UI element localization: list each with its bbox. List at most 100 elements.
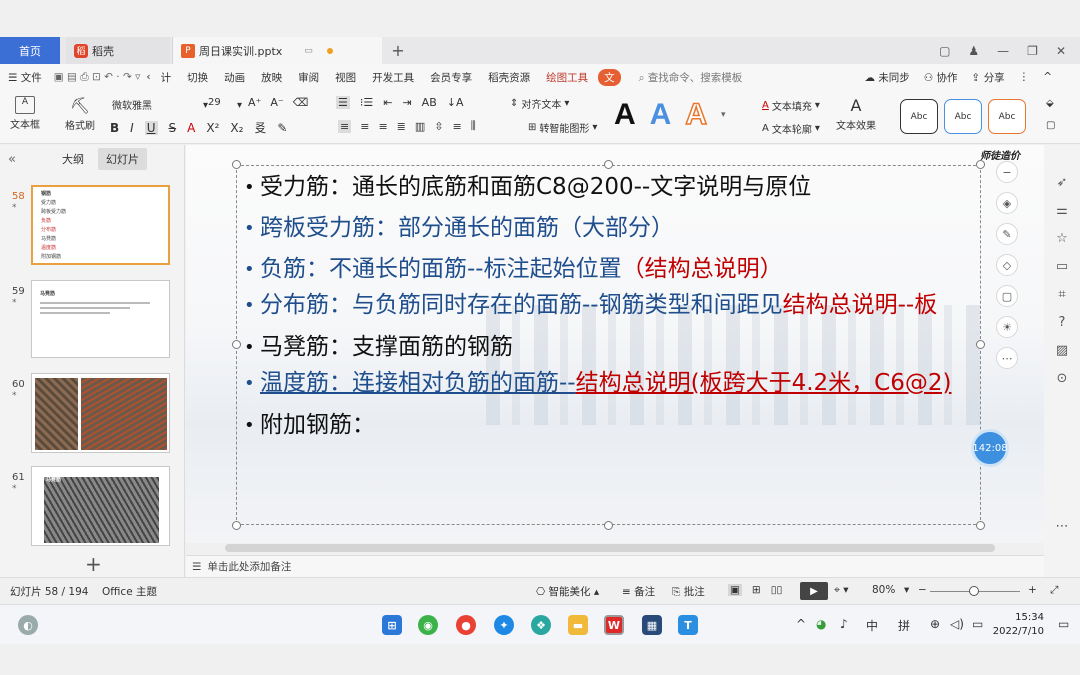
text-style-black[interactable]: A — [614, 100, 636, 130]
line-spacing-icon[interactable]: ⇳ — [434, 120, 443, 133]
normal-view-icon[interactable]: ▣ — [728, 584, 742, 596]
zoom-out-icon[interactable]: − — [918, 584, 927, 596]
clock[interactable]: 15:34 2022/7/10 — [993, 611, 1044, 639]
underline-icon[interactable]: U — [144, 120, 158, 135]
close-icon[interactable]: ✕ — [1056, 44, 1066, 58]
horizontal-scrollbar[interactable] — [225, 544, 995, 552]
app-icon[interactable]: T — [678, 615, 698, 635]
grow-font-icon[interactable]: A⁺ — [248, 96, 261, 109]
numbered-list-icon[interactable]: ⁝☰ — [360, 96, 373, 109]
ime-language[interactable]: 中 — [866, 617, 878, 634]
pen-icon[interactable]: ✎ — [996, 223, 1018, 245]
subscript-icon[interactable]: X₂ — [230, 121, 243, 135]
layers-icon[interactable]: ◈ — [996, 192, 1018, 214]
new-tab-button[interactable]: + — [388, 37, 408, 64]
bullet-list-icon[interactable]: ☰ — [336, 96, 350, 109]
shape-style-3[interactable]: Abc — [988, 99, 1026, 134]
reading-view-icon[interactable]: ▯▯ — [771, 584, 783, 596]
align-left-icon[interactable]: ≡ — [338, 119, 352, 133]
adjust-icon[interactable]: ⚌ — [1056, 203, 1068, 218]
phonetic-icon[interactable]: 㕛 — [254, 119, 266, 136]
battery-icon[interactable]: ▭ — [972, 617, 983, 631]
restore-icon[interactable]: ❐ — [1027, 44, 1038, 58]
highlight-icon[interactable]: ✎ — [277, 121, 287, 135]
bulb-icon[interactable]: ☀ — [996, 316, 1018, 338]
text-outline-button[interactable]: A 文本轮廓 ▾ — [762, 121, 820, 136]
widgets-icon[interactable]: ◐ — [18, 615, 38, 635]
present-icon[interactable]: ▭ — [1056, 259, 1068, 274]
current-slide[interactable]: 师徒造价 受力筋：通长的底筋和面筋C8@200--文字说明与原位 跨板受力筋：部… — [186, 145, 1044, 543]
notes-toggle[interactable]: ≡ 备注 — [622, 584, 655, 599]
italic-icon[interactable]: I — [130, 121, 134, 135]
app-icon[interactable]: ✦ — [494, 615, 514, 635]
screen-icon[interactable]: ▭ — [304, 46, 313, 56]
volume-icon[interactable]: ◁) — [950, 617, 964, 631]
chrome-icon[interactable]: ● — [456, 615, 476, 635]
menu-item-5[interactable]: 视图 — [327, 70, 364, 85]
command-search[interactable]: ⌕ 查找命令、搜索模板 — [631, 70, 751, 85]
minus-icon[interactable]: − — [996, 161, 1018, 183]
menu-scroll-left-icon[interactable]: ‹ — [144, 71, 152, 83]
location-icon[interactable]: ⊙ — [1057, 371, 1068, 386]
text-style-orange-outline[interactable]: A — [685, 99, 708, 131]
shape-style-2[interactable]: Abc — [944, 99, 982, 134]
collapse-ribbon-icon[interactable]: ^ — [1043, 71, 1052, 83]
tab-file[interactable]: P 周日课实训.pptx ▭ — [172, 37, 382, 64]
frame-icon[interactable]: ▢ — [996, 285, 1018, 307]
image-icon[interactable]: ▨ — [1056, 343, 1068, 358]
menu-item-0[interactable]: 计 — [153, 70, 180, 85]
columns-icon[interactable]: ⫼ — [471, 119, 476, 133]
zoom-menu-icon[interactable]: ▾ — [904, 584, 909, 596]
tab-count-icon[interactable]: ▢ — [939, 44, 950, 58]
resize-handle[interactable] — [976, 521, 985, 530]
menu-draw-tool[interactable]: 绘图工具 — [538, 70, 596, 85]
fill-icon[interactable]: ⬙ — [1046, 98, 1054, 109]
align-center-icon[interactable]: ≡ — [360, 120, 369, 133]
sync-button[interactable]: ☁ 未同步 — [864, 70, 909, 85]
superscript-icon[interactable]: X² — [206, 121, 219, 135]
tab-docer[interactable]: 稻 稻壳 — [66, 37, 170, 64]
resize-handle[interactable] — [604, 521, 613, 530]
menu-item-4[interactable]: 审阅 — [290, 70, 327, 85]
menu-item-1[interactable]: 切换 — [179, 70, 216, 85]
outdent-icon[interactable]: ⇤ — [383, 96, 392, 109]
format-brush-button[interactable]: ⛏ 格式刷 — [65, 96, 95, 132]
font-name-select[interactable]: 微软雅黑 ▾ — [108, 96, 208, 114]
tray-expand-icon[interactable]: ^ — [796, 617, 806, 631]
menu-item-7[interactable]: 会员专享 — [422, 70, 480, 85]
more-icon[interactable]: ⋯ — [996, 347, 1018, 369]
fit-icon[interactable]: ⌖ ▾ — [834, 584, 849, 597]
minimize-icon[interactable]: — — [997, 44, 1009, 58]
wps-icon[interactable]: W — [604, 615, 624, 635]
collapse-panel-icon[interactable]: « — [8, 152, 48, 167]
bold-icon[interactable]: B — [110, 121, 119, 135]
shrink-font-icon[interactable]: A⁻ — [270, 96, 283, 109]
comment-toggle[interactable]: ⎘ 批注 — [672, 584, 705, 599]
strikethrough-icon[interactable]: S — [169, 121, 177, 135]
slideshow-button[interactable]: ▶ — [800, 582, 828, 600]
smart-shape-button[interactable]: ⊞ 转智能图形 ▾ — [528, 120, 597, 135]
more-options-icon[interactable]: ⋯ — [1056, 519, 1069, 534]
text-style-blue[interactable]: A — [650, 100, 672, 130]
resize-handle[interactable] — [232, 340, 241, 349]
bullet-list[interactable]: 受力筋：通长的底筋和面筋C8@200--文字说明与原位 跨板受力筋：部分通长的面… — [244, 167, 974, 446]
zoom-in-icon[interactable]: + — [1028, 584, 1037, 596]
sort-icon[interactable]: ↓A — [447, 96, 464, 109]
menu-file[interactable]: ☰ 文件 — [0, 70, 50, 85]
align-right-icon[interactable]: ≡ — [378, 120, 387, 133]
slide-thumbnail[interactable]: 马凳筋 — [31, 280, 170, 358]
resize-handle[interactable] — [976, 160, 985, 169]
avatar-icon[interactable]: ♟ — [968, 44, 979, 58]
resize-handle[interactable] — [232, 521, 241, 530]
outline-view-tab[interactable]: 大纲 — [54, 148, 92, 170]
font-color-icon[interactable]: A — [187, 121, 195, 135]
slide-thumbnail[interactable] — [31, 373, 170, 453]
zoom-slider-knob[interactable] — [969, 586, 979, 596]
star-icon[interactable]: ☆ — [1056, 231, 1068, 246]
distribute-icon[interactable]: ▥ — [415, 120, 425, 133]
wechat-icon[interactable]: ◉ — [418, 615, 438, 635]
clear-format-icon[interactable]: ⌫ — [293, 96, 309, 109]
notes-pane[interactable]: ☰ 单击此处添加备注 — [186, 555, 1044, 577]
para-spacing-icon[interactable]: ≡ — [453, 120, 462, 133]
indent-icon[interactable]: ⇥ — [402, 96, 411, 109]
